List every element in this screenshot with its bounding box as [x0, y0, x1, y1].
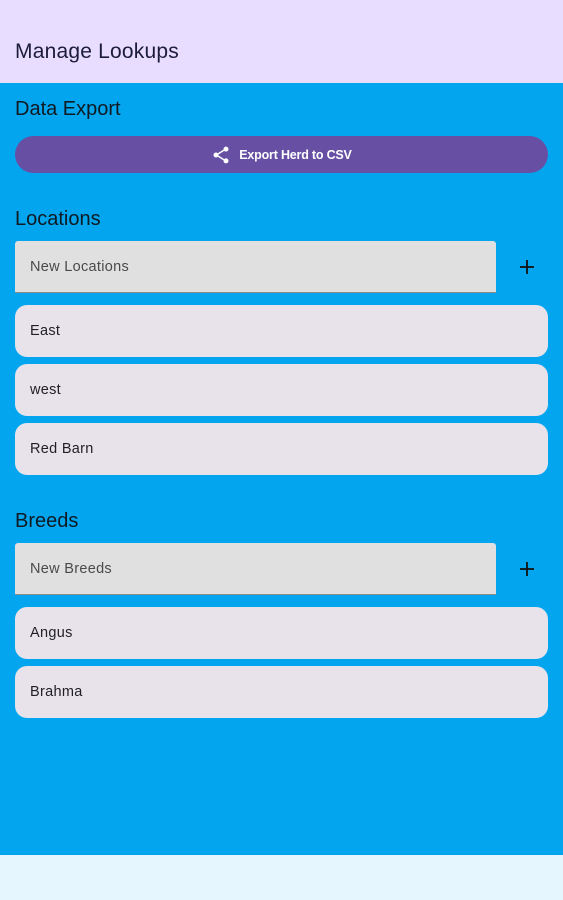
app-bar: Manage Lookups [0, 0, 563, 83]
breed-item-brahma[interactable]: Brahma [15, 666, 548, 718]
breeds-heading: Breeds [15, 510, 79, 532]
share-icon [211, 145, 231, 165]
new-breed-input[interactable] [15, 543, 496, 594]
data-export-heading: Data Export [15, 98, 121, 120]
location-item-east[interactable]: East [15, 305, 548, 357]
location-item-red-barn[interactable]: Red Barn [15, 423, 548, 475]
page-title: Manage Lookups [15, 40, 179, 63]
new-location-field[interactable] [15, 241, 496, 293]
location-item-west[interactable]: west [15, 364, 548, 416]
export-button-label: Export Herd to CSV [239, 147, 352, 162]
add-breed-button[interactable] [510, 552, 544, 586]
add-location-button[interactable] [510, 250, 544, 284]
breed-item-angus[interactable]: Angus [15, 607, 548, 659]
plus-icon [520, 562, 534, 576]
new-location-input[interactable] [15, 241, 496, 292]
plus-icon [520, 260, 534, 274]
new-breed-field[interactable] [15, 543, 496, 595]
bottom-bar [0, 855, 563, 900]
export-herd-button[interactable]: Export Herd to CSV [15, 136, 548, 173]
locations-heading: Locations [15, 208, 101, 230]
